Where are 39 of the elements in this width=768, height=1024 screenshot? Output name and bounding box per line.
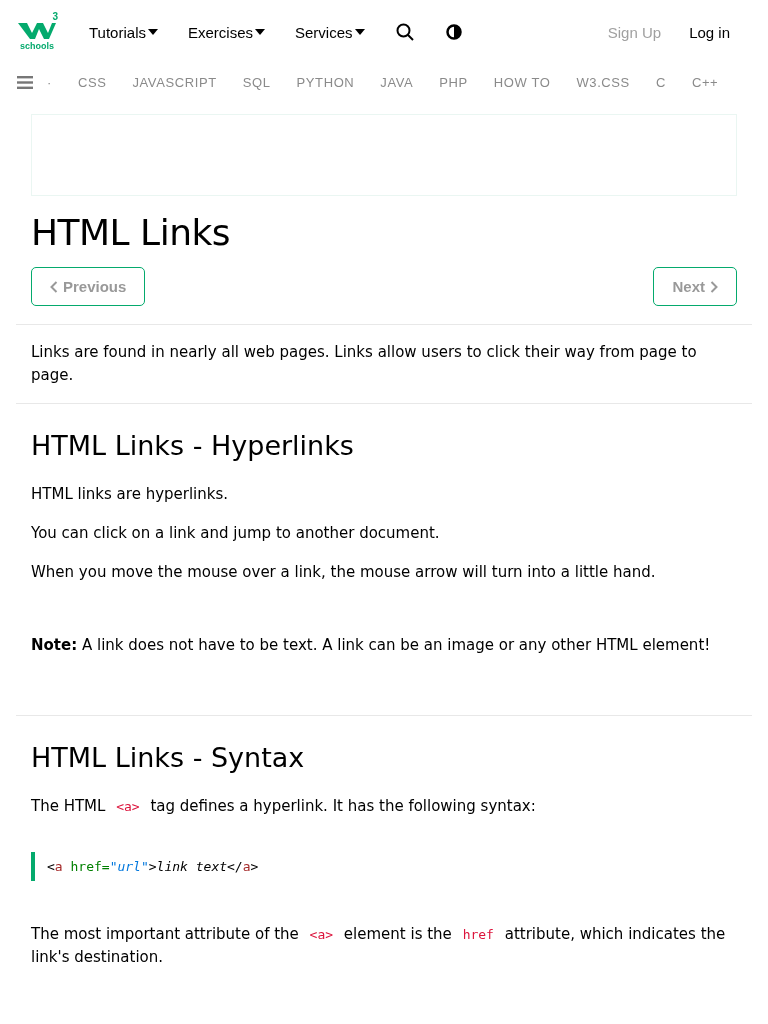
section-heading: HTML Links - Hyperlinks	[31, 430, 355, 461]
code-example: <a href="url">link text</a>	[31, 852, 737, 881]
paragraph: The most important attribute of the <a> element is the href attribute, which indicates the link's destination.	[31, 924, 727, 968]
page-title: HTML Links	[31, 212, 232, 253]
note-text: Note: A link does not have to be text. A link can be an image or any other HTML element!	[31, 635, 712, 656]
section-heading: HTML Links - Syntax	[31, 742, 306, 773]
logo[interactable]: 3 schools	[18, 12, 56, 52]
contrast-icon	[445, 24, 462, 40]
paragraph: The HTML <a> tag defines a hyperlink. It has the following syntax:	[31, 796, 537, 817]
chevron-left-icon	[50, 280, 58, 293]
menu-button[interactable]	[17, 75, 33, 89]
caret-icon	[255, 29, 265, 35]
topic-link[interactable]: CSS	[77, 74, 107, 90]
menu-button[interactable]: Services	[280, 15, 380, 49]
paragraph: Links are found in nearly all web pages. Links allow users to click their way from page to page.	[31, 342, 698, 386]
topic-link[interactable]: HOW TO	[493, 74, 551, 90]
topic-link[interactable]: JAVASCRIPT	[132, 74, 217, 90]
auth-link[interactable]: Log in	[689, 23, 730, 41]
menu-icon	[17, 75, 33, 89]
chevron-right-icon	[710, 280, 718, 293]
next-button[interactable]: Next	[653, 267, 737, 306]
paragraph: When you move the mouse over a link, the mouse arrow will turn into a little hand.	[31, 562, 657, 583]
search-icon	[395, 23, 414, 41]
paragraph: You can click on a link and jump to another document.	[31, 523, 441, 544]
menu-button[interactable]: Tutorials	[74, 15, 173, 49]
auth-link[interactable]: Sign Up	[607, 23, 662, 41]
previous-button[interactable]: Previous	[31, 267, 146, 306]
topic-link[interactable]: JAVA	[380, 74, 414, 90]
caret-icon	[354, 29, 365, 35]
paragraph: HTML links are hyperlinks.	[31, 484, 230, 505]
topic-link[interactable]: ·	[47, 74, 52, 90]
topic-link[interactable]: W3.CSS	[576, 74, 630, 90]
topic-link[interactable]: SQL	[242, 74, 271, 90]
topic-link[interactable]: PHP	[439, 74, 468, 90]
topic-link[interactable]: PYTHON	[296, 74, 355, 90]
caret-icon	[147, 29, 158, 35]
menu-button[interactable]: Exercises	[172, 15, 280, 49]
topic-link[interactable]: C	[655, 74, 666, 90]
topic-link[interactable]: C++	[691, 74, 719, 90]
